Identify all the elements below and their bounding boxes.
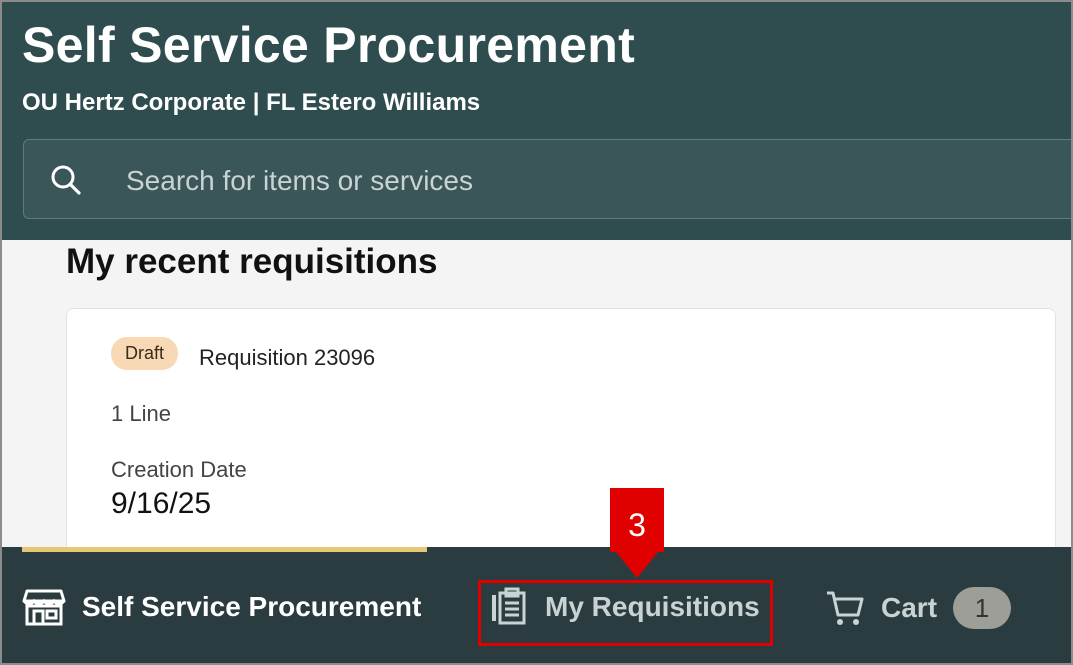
creation-date-value: 9/16/25: [111, 487, 212, 520]
app-title: Self Service Procurement: [22, 17, 636, 73]
page-header: Self Service Procurement OU Hertz Corpor…: [2, 2, 1071, 240]
line-count: 1 Line: [111, 401, 171, 426]
nav-procurement-label: Self Service Procurement: [82, 591, 422, 622]
nav-cart-label: Cart: [881, 592, 938, 623]
app-frame: Self Service Procurement OU Hertz Corpor…: [0, 0, 1073, 665]
cart-count-badge: 1: [953, 587, 1012, 629]
nav-cart[interactable]: Cart 1: [825, 587, 1012, 629]
nav-self-service-procurement[interactable]: Self Service Procurement: [22, 587, 421, 627]
recent-requisitions-heading: My recent requisitions: [66, 242, 438, 281]
active-tab-indicator: [22, 547, 427, 552]
step-number: 3: [628, 507, 646, 543]
search-input[interactable]: [124, 160, 1008, 202]
search-bar[interactable]: [23, 139, 1071, 219]
requisition-number[interactable]: Requisition 23096: [199, 345, 375, 371]
store-icon: [22, 589, 66, 626]
step-highlight-box: [478, 580, 773, 646]
search-icon[interactable]: [46, 160, 86, 200]
status-badge: Draft: [111, 337, 179, 370]
business-unit-location: OU Hertz Corporate | FL Estero Williams: [22, 89, 481, 116]
creation-date-label: Creation Date: [111, 457, 247, 482]
main-content: My recent requisitions Draft Requisition…: [2, 240, 1071, 570]
cart-icon: [827, 591, 864, 625]
requisition-card[interactable]: Draft Requisition 23096 1 Line Creation …: [66, 308, 1056, 570]
